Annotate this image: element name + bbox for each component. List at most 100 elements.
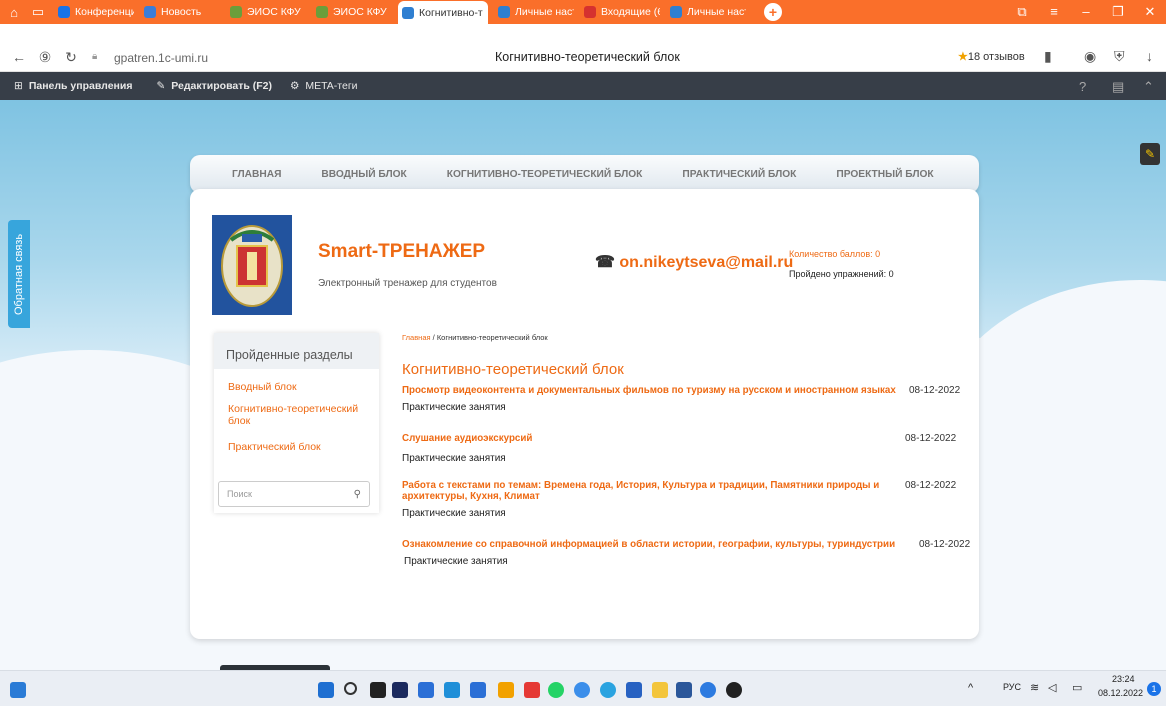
list-item: Слушание аудиоэкскурсий 08-12-2022 Практ… (402, 433, 962, 464)
app-icon[interactable] (470, 682, 486, 698)
nav-practical[interactable]: ПРАКТИЧЕСКИЙ БЛОК (682, 169, 796, 180)
browser-tab[interactable]: ЭИОС КФУ (312, 1, 392, 23)
entry-title-link[interactable]: Просмотр видеоконтента и документальных … (402, 385, 907, 396)
task-icon[interactable] (370, 682, 386, 698)
bookmark-icon[interactable]: ▮ (1044, 48, 1052, 65)
pencil-icon: ✎ (156, 80, 166, 92)
search-input[interactable]: Поиск ⚲ (218, 481, 370, 507)
yandex-taskbar-icon[interactable] (524, 682, 540, 698)
sidebar-item-practical[interactable]: Практический блок (228, 441, 368, 453)
breadcrumb-home[interactable]: Главная (402, 333, 431, 342)
tab-favicon-icon (498, 6, 510, 18)
wifi-icon[interactable]: ≋ (1030, 681, 1039, 694)
sidebar-item-cognitive[interactable]: Когнитивно-теоретический блок (228, 403, 368, 427)
page-title: Когнитивно-теоретический блок (495, 50, 680, 64)
edit-label: Редактировать (F2) (171, 80, 272, 92)
photoshop-icon[interactable] (392, 682, 408, 698)
list-item: Работа с текстами по темам: Времена года… (402, 480, 962, 519)
restore-icon[interactable]: ❐ (1102, 4, 1134, 20)
chevron-up-icon[interactable]: ⌃ (1143, 79, 1154, 95)
word-icon[interactable] (676, 682, 692, 698)
reviews-link[interactable]: ★18 отзывов (958, 50, 1025, 63)
meta-tags-link[interactable]: ⚙ META-теги (290, 80, 358, 92)
menu-icon[interactable]: ≡ (1038, 4, 1070, 20)
clock-date[interactable]: 08.12.2022 (1098, 688, 1143, 698)
telegram-icon[interactable] (600, 682, 616, 698)
tab-label: ЭИОС КФУ (333, 6, 387, 18)
close-window-icon[interactable]: ✕ (1134, 4, 1166, 20)
nav-project[interactable]: ПРОЕКТНЫЙ БЛОК (836, 169, 933, 180)
minimize-icon[interactable]: – (1070, 4, 1102, 20)
section-title: Когнитивно-теоретический блок (402, 361, 624, 378)
url-field[interactable]: gpatren.1c-umi.ru (114, 51, 208, 65)
browser-tab-active[interactable]: Когнитивно-т× (398, 1, 488, 25)
dashboard-link[interactable]: ⊞ Панель управления (14, 80, 132, 92)
browser-tab[interactable]: Личные настро (494, 1, 574, 23)
app-icon[interactable] (418, 682, 434, 698)
breadcrumb-current: Когнитивно-теоретический блок (436, 333, 548, 342)
app-icon[interactable] (726, 682, 742, 698)
entry-date: 08-12-2022 (905, 433, 957, 444)
edit-pencil-icon[interactable]: ✎ (1140, 143, 1160, 165)
alice-icon[interactable]: ◉ (1084, 48, 1096, 65)
phone-icon: ☎ (595, 254, 615, 271)
university-logo[interactable] (212, 215, 292, 315)
home-icon[interactable]: ⌂ (4, 3, 24, 21)
app-icon[interactable] (626, 682, 642, 698)
sidebar-item-intro[interactable]: Вводный блок (228, 381, 368, 393)
volume-icon[interactable]: ◁ (1048, 681, 1056, 694)
contact-email[interactable]: ☎ on.nikeytseva@mail.ru (595, 252, 793, 272)
folder-icon[interactable] (652, 682, 668, 698)
app-icon[interactable] (700, 682, 716, 698)
edit-link[interactable]: ✎ Редактировать (F2) (156, 80, 272, 92)
search-taskbar-icon[interactable] (344, 682, 357, 695)
task-view-icon[interactable] (10, 682, 26, 698)
search-icon[interactable]: ⚲ (354, 489, 361, 500)
search-placeholder: Поиск (227, 489, 252, 499)
tab-list-icon[interactable]: ⧉ (1006, 4, 1038, 20)
browser-tab[interactable]: ЭИОС КФУ (226, 1, 306, 23)
list-item: Просмотр видеоконтента и документальных … (402, 385, 962, 413)
protect-icon[interactable]: ⛨ (1114, 48, 1125, 65)
panel-icon[interactable]: ▤ (1112, 79, 1124, 95)
tab-label: Личные настро (515, 6, 574, 18)
language-indicator[interactable]: РУС (1003, 682, 1021, 692)
tab-favicon-icon (144, 6, 156, 18)
new-tab-button[interactable]: + (764, 3, 782, 21)
tab-favicon-icon (402, 7, 414, 19)
notification-badge[interactable]: 1 (1147, 682, 1161, 696)
crest-icon (221, 225, 283, 307)
feedback-tab[interactable]: Обратная связь (8, 220, 30, 328)
yandex-icon[interactable]: ⑨ (32, 49, 58, 66)
chevron-up-icon[interactable]: ^ (968, 682, 973, 694)
nav-cognitive[interactable]: КОГНИТИВНО-ТЕОРЕТИЧЕСКИЙ БЛОК (447, 169, 643, 180)
app-icon[interactable] (498, 682, 514, 698)
tab-favicon-icon (58, 6, 70, 18)
reload-icon[interactable]: ↻ (58, 49, 84, 66)
whatsapp-icon[interactable] (548, 682, 564, 698)
start-icon[interactable] (318, 682, 334, 698)
battery-icon[interactable]: ▭ (1072, 681, 1082, 694)
tab-manager-icon[interactable]: ▭ (28, 3, 48, 21)
tab-label: Новость (161, 6, 202, 18)
entry-date: 08-12-2022 (905, 480, 957, 491)
nav-home[interactable]: ГЛАВНАЯ (232, 169, 281, 180)
nav-intro[interactable]: ВВОДНЫЙ БЛОК (321, 169, 406, 180)
entry-title-link[interactable]: Ознакомление со справочной информацией в… (402, 539, 917, 550)
app-icon[interactable] (444, 682, 460, 698)
entry-title-link[interactable]: Работа с текстами по темам: Времена года… (402, 480, 892, 502)
browser-tab[interactable]: Новость (140, 1, 220, 23)
back-icon[interactable]: ← (6, 49, 32, 65)
entry-category: Практические занятия (402, 453, 506, 464)
help-icon[interactable]: ? (1079, 79, 1086, 94)
download-icon[interactable]: ↓ (1146, 48, 1153, 64)
list-item: Ознакомление со справочной информацией в… (402, 539, 970, 567)
browser-tab[interactable]: Личные настрой (666, 1, 746, 23)
browser-tab-bar: ⌂ ▭ Конференция р Новость ЭИОС КФУ ЭИОС … (0, 0, 1166, 25)
app-icon[interactable] (574, 682, 590, 698)
browser-tab[interactable]: Входящие (6 89 (580, 1, 660, 23)
entry-title-link[interactable]: Слушание аудиоэкскурсий (402, 433, 902, 444)
entry-date: 08-12-2022 (909, 385, 961, 396)
browser-tab[interactable]: Конференция р (54, 1, 134, 23)
clock-time[interactable]: 23:24 (1112, 674, 1135, 684)
